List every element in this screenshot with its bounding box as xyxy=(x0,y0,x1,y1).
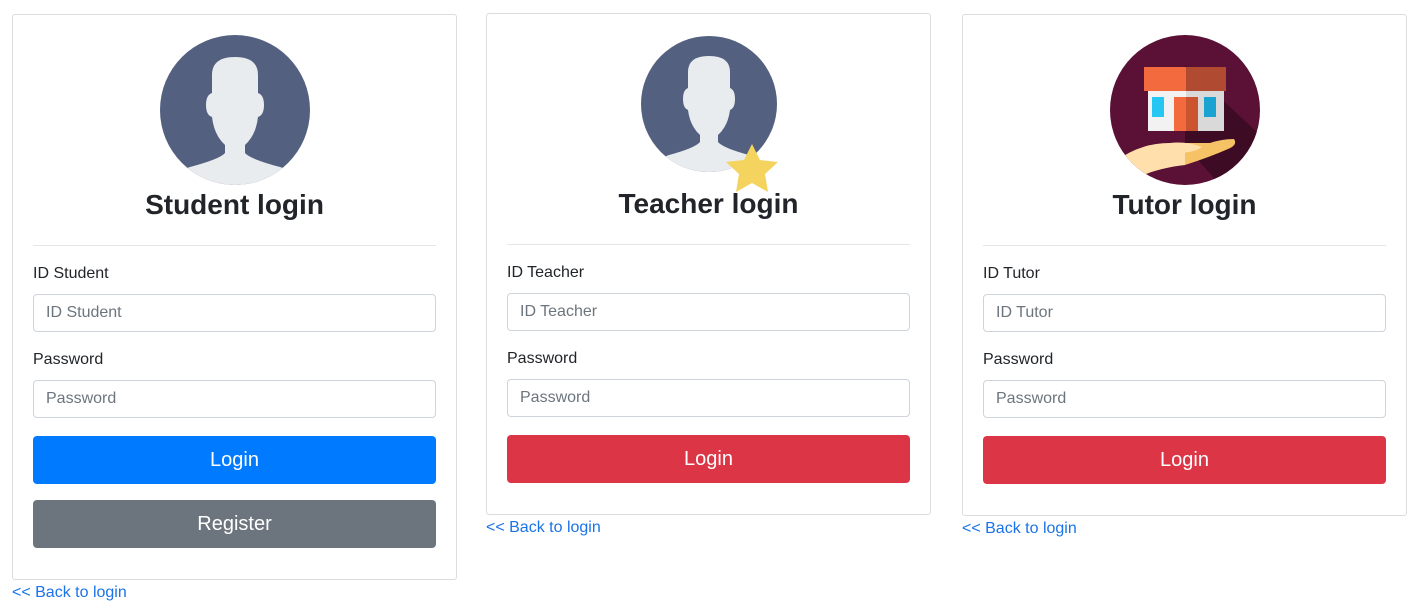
id-tutor-input[interactable] xyxy=(983,294,1386,332)
student-login-column: Student login ID Student Password Login … xyxy=(12,14,457,603)
teacher-avatar xyxy=(507,34,910,192)
divider xyxy=(507,244,910,245)
student-login-card: Student login ID Student Password Login … xyxy=(12,14,457,580)
back-to-login-link[interactable]: << Back to login xyxy=(486,518,601,538)
register-button[interactable]: Register xyxy=(33,500,436,548)
id-teacher-input[interactable] xyxy=(507,293,910,331)
password-label: Password xyxy=(33,351,104,368)
tutor-login-column: Tutor login ID Tutor Password Login << B… xyxy=(962,14,1407,539)
id-teacher-label: ID Teacher xyxy=(507,264,585,281)
page-title: Student login xyxy=(145,189,324,220)
password-label: Password xyxy=(507,350,578,367)
login-button[interactable]: Login xyxy=(983,436,1386,484)
user-avatar-icon xyxy=(159,35,310,185)
password-input[interactable] xyxy=(983,380,1386,418)
password-label: Password xyxy=(983,351,1054,368)
id-tutor-label: ID Tutor xyxy=(983,265,1040,282)
tutor-avatar xyxy=(983,35,1386,185)
login-button[interactable]: Login xyxy=(507,435,910,483)
back-to-login-link[interactable]: << Back to login xyxy=(12,583,127,603)
teacher-login-column: Teacher login ID Teacher Password Login … xyxy=(486,13,931,538)
divider xyxy=(983,245,1386,246)
house-in-hand-icon xyxy=(1109,35,1260,185)
back-to-login-link[interactable]: << Back to login xyxy=(962,519,1077,539)
student-avatar xyxy=(33,35,436,185)
password-input[interactable] xyxy=(33,380,436,418)
password-input[interactable] xyxy=(507,379,910,417)
id-student-input[interactable] xyxy=(33,294,436,332)
page-title: Teacher login xyxy=(618,188,799,219)
teacher-login-card: Teacher login ID Teacher Password Login xyxy=(486,13,931,515)
teacher-star-avatar-icon xyxy=(640,36,778,192)
page-title: Tutor login xyxy=(1112,189,1257,220)
login-button[interactable]: Login xyxy=(33,436,436,484)
id-student-label: ID Student xyxy=(33,265,109,282)
divider xyxy=(33,245,436,246)
tutor-login-card: Tutor login ID Tutor Password Login xyxy=(962,14,1407,516)
